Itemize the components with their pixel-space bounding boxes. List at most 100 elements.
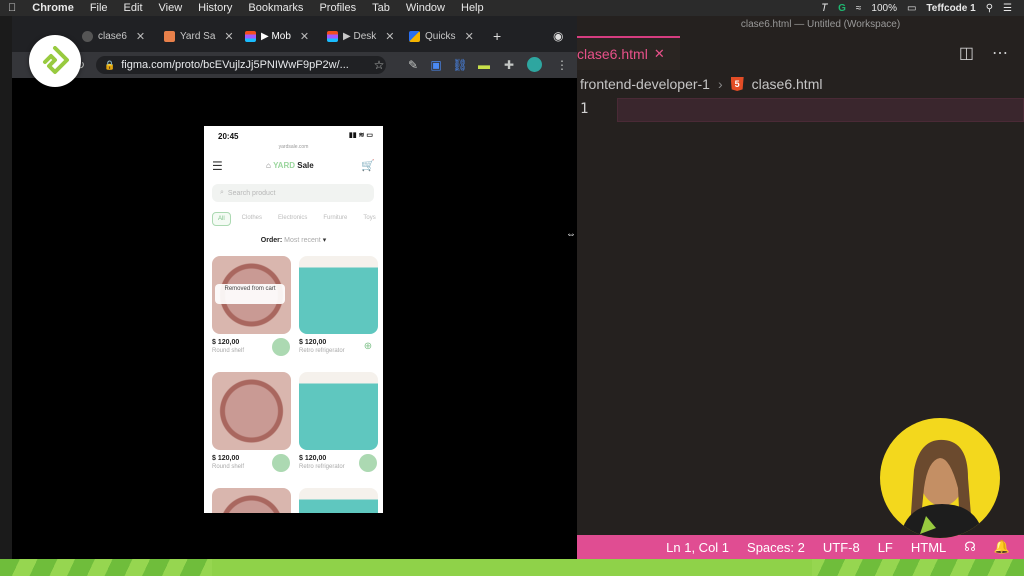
chevron-down-icon: ▾ [322,237,327,244]
brand-logo: ⌂ YARD Sale [266,161,314,170]
order-selector[interactable]: Order: Most recent ▾ [204,236,383,244]
tab-label: Yard Sa [180,30,216,42]
line-number: 1 [580,101,589,117]
extensions-puzzle-icon[interactable]: ✚ [501,57,517,73]
order-value: Most recent [284,237,321,244]
translate-icon[interactable]: ▣ [428,57,444,73]
editor-tab-clase6[interactable]: clase6.html ✕ [577,36,680,70]
phone-status-bar: 20:45 ▮▮ ≋ ▭ [204,126,383,144]
user-name[interactable]: Teffcode 1 [926,3,975,14]
added-to-cart-icon[interactable] [272,338,290,356]
close-icon[interactable]: ✕ [385,30,394,43]
close-icon[interactable]: ✕ [136,30,145,43]
screen-reader-icon[interactable]: ▬ [476,57,492,73]
status-cursor-position[interactable]: Ln 1, Col 1 [666,540,729,555]
sheet-favicon [409,30,420,42]
close-icon[interactable]: ✕ [654,46,665,62]
extension-pen-icon[interactable]: ✎ [405,57,421,73]
phone-header: ☰ ⌂ YARD Sale 🛒 [204,156,383,178]
menu-window[interactable]: Window [398,0,453,16]
hamburger-menu-icon[interactable]: ☰ [212,159,223,173]
control-center-icon[interactable]: ☰ [1003,3,1012,14]
store-icon: ⌂ [266,161,271,170]
product-card[interactable]: $ 120,00 Round shelf [212,372,292,472]
status-encoding[interactable]: UTF-8 [823,540,860,555]
product-card[interactable]: $ 120,00 Retro refrigerator [299,372,379,472]
spotlight-icon[interactable]: ⚲ [986,3,993,14]
text-cursor-icon[interactable]: 𝑇 [822,3,828,14]
category-tabs: All Clothes Electronics Furniture Toys [212,212,383,226]
tab-quicksheets[interactable]: Quicks ✕ [409,25,483,47]
address-toolbar: ↻ 🔒 figma.com/proto/bcEVujlzJj5PNIWwF9pP… [12,52,577,78]
category-toys[interactable]: Toys [358,212,380,226]
apple-icon[interactable]:  [0,0,24,16]
tab-clase6[interactable]: clase6 ✕ [82,25,154,47]
current-line-highlight[interactable] [617,98,1024,122]
tab-desktop-prototype[interactable]: ▶ Desk ✕ [327,25,399,47]
category-clothes[interactable]: Clothes [237,212,267,226]
retro-refrigerator-image [299,488,378,513]
bookmark-star-icon[interactable]: ☆ [371,57,387,73]
menu-help[interactable]: Help [453,0,492,16]
vscode-window-title: clase6.html — Untitled (Workspace) [740,19,901,30]
tab-yard-sale[interactable]: Yard Sa ✕ [164,25,238,47]
platzi-logo-icon [43,46,69,74]
category-furniture[interactable]: Furniture [318,212,352,226]
menu-history[interactable]: History [190,0,240,16]
battery-icon[interactable]: ▭ [907,3,916,14]
brand-prefix: YARD [273,161,296,170]
tab-mobile-prototype[interactable]: ▶ Mob ✕ [245,25,315,47]
more-menu-icon[interactable]: ⋮ [554,57,570,73]
split-editor-icon[interactable]: ◫ [959,43,974,63]
chrome-window: clase6 ✕ Yard Sa ✕ ▶ Mob ✕ ▶ Desk ✕ Quic… [12,16,577,559]
product-card[interactable]: $ 120,00 Retro refrigerator ⊕ [299,256,379,356]
resize-handle-icon[interactable]: ⇔ [566,229,576,240]
battery-percent: 100% [871,2,897,14]
added-to-cart-icon[interactable] [359,454,377,472]
more-actions-icon[interactable]: ⋯ [992,43,1008,63]
grammarly-icon[interactable]: G [838,3,846,14]
phone-url: yardsale.com [278,144,309,150]
mobile-prototype-frame[interactable]: 20:45 ▮▮ ≋ ▭ yardsale.com ☰ ⌂ YARD Sale … [204,126,383,513]
add-to-cart-icon[interactable]: ⊕ [359,338,377,356]
close-icon[interactable]: ✕ [224,30,233,43]
category-electronics[interactable]: Electronics [273,212,312,226]
menu-tab[interactable]: Tab [364,0,398,16]
close-icon[interactable]: ✕ [465,30,474,43]
product-card[interactable] [299,488,379,513]
added-to-cart-icon[interactable] [272,454,290,472]
removed-from-cart-toast: Removed from cart [215,284,285,304]
product-card[interactable]: Removed from cart $ 120,00 Round shelf [212,256,292,356]
breadcrumb-file[interactable]: clase6.html [752,76,823,92]
editor-actions: ◫ ⋯ [959,43,1008,63]
breadcrumb-folder[interactable]: frontend-developer-1 [580,76,710,92]
figma-favicon [327,30,338,42]
status-indentation[interactable]: Spaces: 2 [747,540,805,555]
tab-strip: clase6 ✕ Yard Sa ✕ ▶ Mob ✕ ▶ Desk ✕ Quic… [12,16,577,52]
menu-view[interactable]: View [151,0,191,16]
product-search-input[interactable]: ⌕ Search product [212,184,374,202]
url-field[interactable]: 🔒 figma.com/proto/bcEVujlzJj5PNIWwF9pP2w… [96,56,386,74]
menu-chrome[interactable]: Chrome [24,0,82,16]
wifi-icon[interactable]: ≈ [856,3,862,14]
status-line-ending[interactable]: LF [878,540,893,555]
status-signal-icons: ▮▮ ≋ ▭ [348,132,373,139]
category-all[interactable]: All [212,212,231,226]
profile-avatar-icon[interactable] [526,57,542,73]
menu-edit[interactable]: Edit [116,0,151,16]
search-placeholder: Search product [227,189,276,197]
feedback-icon[interactable]: ☊ [964,539,976,555]
menu-bookmarks[interactable]: Bookmarks [240,0,311,16]
status-language-mode[interactable]: HTML [911,540,946,555]
menu-profiles[interactable]: Profiles [311,0,364,16]
close-icon[interactable]: ✕ [300,30,309,43]
retro-refrigerator-image [299,372,378,450]
notifications-bell-icon[interactable]: 🔔 [994,539,1010,555]
order-label: Order: [260,237,283,244]
new-tab-button[interactable]: + [493,25,509,47]
tab-search-icon[interactable]: ◉ [553,25,567,47]
product-card[interactable] [212,488,292,513]
menu-file[interactable]: File [82,0,116,16]
link-icon[interactable]: ⛓ [452,57,468,73]
cart-icon[interactable]: 🛒 [361,159,375,172]
